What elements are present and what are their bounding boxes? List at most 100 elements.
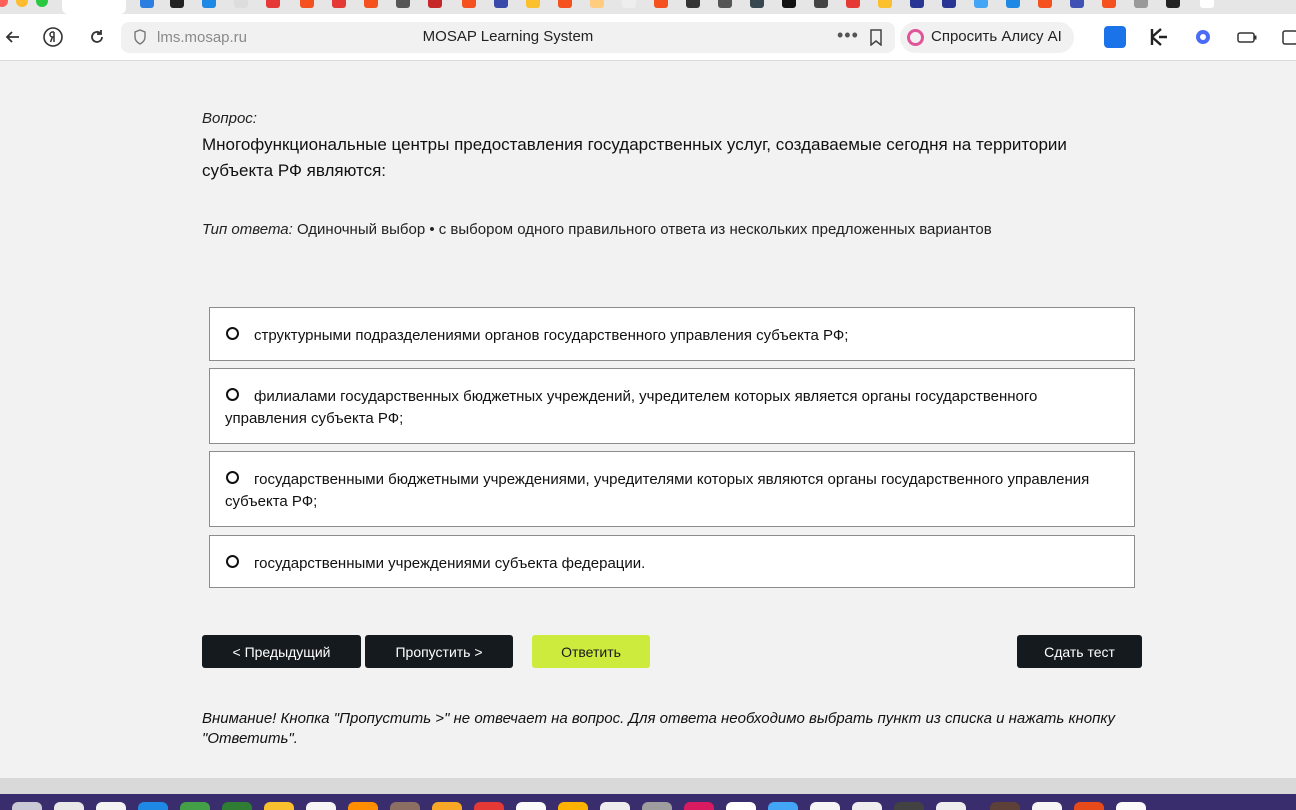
skip-button[interactable]: Пропустить > — [365, 635, 513, 668]
tab-favicon[interactable] — [300, 0, 314, 8]
window-close-icon[interactable] — [0, 0, 8, 7]
tab-favicon[interactable] — [1038, 0, 1052, 8]
tab-favicon[interactable] — [526, 0, 540, 8]
dock-app-icon[interactable] — [684, 802, 714, 810]
alice-ai-label: Спросить Алису AI — [931, 28, 1062, 45]
tab-favicon[interactable] — [974, 0, 988, 8]
tab-favicon[interactable] — [686, 0, 700, 8]
address-bar[interactable]: lms.mosap.ru MOSAP Learning System ••• — [121, 22, 895, 53]
answer-option-2[interactable]: филиалами государственных бюджетных учре… — [209, 368, 1135, 444]
tab-favicon[interactable] — [396, 0, 410, 8]
tab-favicon[interactable] — [1102, 0, 1116, 8]
dock-app-icon[interactable] — [936, 802, 966, 810]
tab-favicon[interactable] — [750, 0, 764, 8]
dock-app-icon[interactable] — [474, 802, 504, 810]
tab-favicon[interactable] — [782, 0, 796, 8]
extensions-menu-icon[interactable] — [1280, 26, 1296, 48]
tab-favicon[interactable] — [140, 0, 154, 8]
dock-app-icon[interactable] — [990, 802, 1020, 810]
tab-favicon[interactable] — [332, 0, 346, 8]
yandex-messenger-icon[interactable] — [1104, 26, 1126, 48]
tab-favicon[interactable] — [942, 0, 956, 8]
tab-favicon[interactable] — [428, 0, 442, 8]
tab-favicon[interactable] — [462, 0, 476, 8]
yandex-home-icon[interactable] — [40, 24, 66, 50]
tab-favicon[interactable] — [622, 0, 636, 8]
dock-app-icon[interactable] — [96, 802, 126, 810]
dock-app-icon[interactable] — [180, 802, 210, 810]
skip-warning: Внимание! Кнопка "Пропустить >" не отвеч… — [202, 710, 1115, 747]
tab-favicon[interactable] — [494, 0, 508, 8]
dock-app-icon[interactable] — [558, 802, 588, 810]
answer-option-1[interactable]: структурными подразделениями органов гос… — [209, 307, 1135, 361]
new-tab-icon[interactable] — [1200, 0, 1214, 8]
dock-app-icon[interactable] — [12, 802, 42, 810]
tab-favicon[interactable] — [234, 0, 248, 8]
tab-active[interactable] — [62, 0, 126, 14]
dock-app-icon[interactable] — [642, 802, 672, 810]
window-zoom-icon[interactable] — [36, 0, 48, 7]
answer-option-text: филиалами государственных бюджетных учре… — [225, 388, 1038, 427]
tab-favicon[interactable] — [364, 0, 378, 8]
tab-favicon[interactable] — [1134, 0, 1148, 8]
dock-app-icon[interactable] — [390, 802, 420, 810]
tab-favicon[interactable] — [846, 0, 860, 8]
tab-favicon[interactable] — [654, 0, 668, 8]
dock-app-icon[interactable] — [348, 802, 378, 810]
dock-app-icon[interactable] — [852, 802, 882, 810]
dock-app-icon[interactable] — [810, 802, 840, 810]
question-label: Вопрос: — [202, 110, 257, 127]
dock-app-icon[interactable] — [1032, 802, 1062, 810]
alice-ai-button[interactable]: Спросить Алису AI — [900, 22, 1074, 53]
tab-favicon[interactable] — [590, 0, 604, 8]
battery-icon[interactable] — [1236, 26, 1258, 48]
tab-favicon[interactable] — [878, 0, 892, 8]
answer-option-3[interactable]: государственными бюджетными учреждениями… — [209, 451, 1135, 527]
dock-app-icon[interactable] — [54, 802, 84, 810]
answer-type: Тип ответа: Одиночный выбор • с выбором … — [202, 221, 992, 238]
tab-favicon[interactable] — [814, 0, 828, 8]
more-options-icon[interactable]: ••• — [837, 25, 859, 46]
dock-app-icon[interactable] — [516, 802, 546, 810]
tab-favicon[interactable] — [202, 0, 216, 8]
reload-icon[interactable] — [84, 24, 110, 50]
answer-option-text: структурными подразделениями органов гос… — [254, 327, 849, 344]
tab-favicon[interactable] — [718, 0, 732, 8]
dock-app-icon[interactable] — [600, 802, 630, 810]
answer-type-label: Тип ответа: — [202, 221, 293, 238]
window-minimize-icon[interactable] — [16, 0, 28, 7]
tab-favicon[interactable] — [1166, 0, 1180, 8]
answer-option-4[interactable]: государственными учреждениями субъекта ф… — [209, 535, 1135, 588]
tab-favicon[interactable] — [558, 0, 572, 8]
answer-option-text: государственными учреждениями субъекта ф… — [254, 555, 646, 572]
alice-icon — [907, 29, 924, 46]
previous-button[interactable]: < Предыдущий — [202, 635, 361, 668]
kinopoisk-icon[interactable] — [1148, 26, 1170, 48]
dock-app-icon[interactable] — [1074, 802, 1104, 810]
horizontal-scrollbar[interactable] — [0, 778, 1296, 794]
tab-favicon[interactable] — [910, 0, 924, 8]
dock-app-icon[interactable] — [264, 802, 294, 810]
tab-favicon[interactable] — [266, 0, 280, 8]
back-icon[interactable] — [0, 24, 26, 50]
dock-app-icon[interactable] — [306, 802, 336, 810]
dock-app-icon[interactable] — [432, 802, 462, 810]
tab-favicon[interactable] — [170, 0, 184, 8]
answer-type-value: Одиночный выбор • с выбором одного прави… — [292, 221, 992, 238]
submit-test-button[interactable]: Сдать тест — [1017, 635, 1142, 668]
dock-app-icon[interactable] — [138, 802, 168, 810]
tab-favicon[interactable] — [1006, 0, 1020, 8]
tab-favicon[interactable] — [1070, 0, 1084, 8]
page-title: MOSAP Learning System — [422, 28, 594, 45]
browser-toolbar: lms.mosap.ru MOSAP Learning System ••• С… — [0, 14, 1296, 61]
extension-icon[interactable] — [1192, 26, 1214, 48]
dock-app-icon[interactable] — [894, 802, 924, 810]
answer-button[interactable]: Ответить — [532, 635, 650, 668]
dock-app-icon[interactable] — [726, 802, 756, 810]
bookmark-icon[interactable] — [869, 29, 883, 51]
dock-app-icon[interactable] — [768, 802, 798, 810]
dock-app-icon[interactable] — [1116, 802, 1146, 810]
dock-app-icon[interactable] — [222, 802, 252, 810]
answer-option-text: государственными бюджетными учреждениями… — [225, 471, 1090, 510]
macos-dock — [0, 794, 1296, 810]
